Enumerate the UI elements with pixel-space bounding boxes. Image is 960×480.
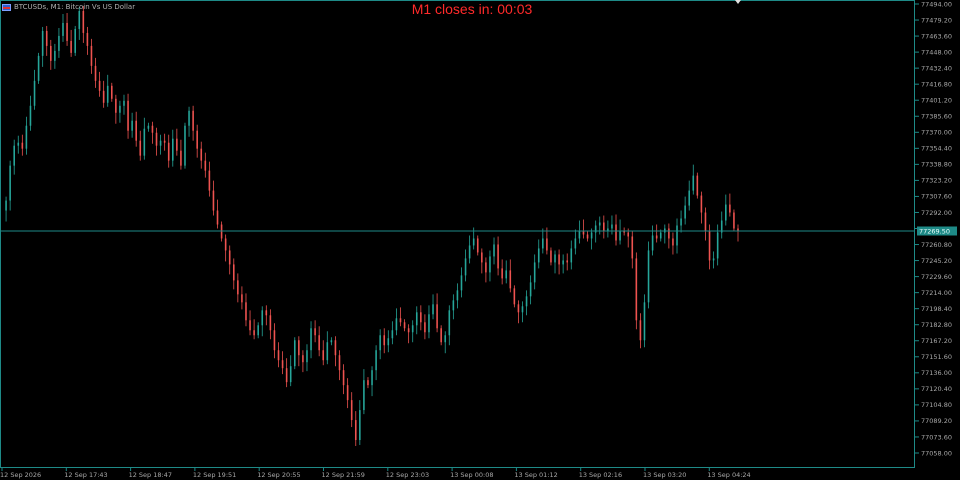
- price-axis-label: 77167.20: [921, 337, 952, 345]
- price-axis-label: 77198.40: [921, 305, 952, 313]
- candle-close-timer: M1 closes in: 00:03: [411, 1, 533, 17]
- price-axis-label: 77401.20: [921, 97, 952, 105]
- time-axis-label: 13 Sep 03:20: [643, 471, 686, 479]
- price-axis-label: 77354.40: [921, 145, 952, 153]
- price-axis-label: 77214.00: [921, 289, 952, 297]
- price-axis-label: 77073.60: [921, 433, 952, 441]
- time-axis-label: 13 Sep 02:16: [579, 471, 622, 479]
- price-axis-label: 77182.80: [921, 321, 952, 329]
- price-axis-label: 77448.00: [921, 48, 952, 56]
- time-axis-label: 13 Sep 01:12: [514, 471, 557, 479]
- price-axis-label: 77338.80: [921, 161, 952, 169]
- time-axis-label: 12 Sep 20:55: [257, 471, 300, 479]
- price-axis-label: 77463.60: [921, 32, 952, 40]
- price-axis-label: 77323.20: [921, 177, 952, 185]
- time-axis-label: 12 Sep 17:43: [64, 471, 107, 479]
- chart-shift-marker-icon[interactable]: [735, 0, 741, 4]
- price-axis-label: 77432.40: [921, 64, 952, 72]
- price-axis-label: 77120.40: [921, 385, 952, 393]
- time-axis-label: 12 Sep 23:03: [386, 471, 429, 479]
- time-axis-label: 13 Sep 04:24: [707, 471, 750, 479]
- price-axis-label: 77307.60: [921, 193, 952, 201]
- time-axis-label: 13 Sep 00:08: [450, 471, 493, 479]
- price-axis-label: 77479.20: [921, 16, 952, 24]
- price-axis-label: 77370.00: [921, 129, 952, 137]
- time-axis[interactable]: 12 Sep 2026 12 Sep 17:43 12 Sep 18:47 12 Se…: [0, 467, 751, 479]
- price-axis-label: 77151.60: [921, 353, 952, 361]
- trading-chart-window[interactable]: 77494.00 77479.20 77463.60 77448.00 77432.40…: [0, 0, 960, 480]
- price-chart-canvas[interactable]: 77494.0077479.2077463.6077448.0077432.40…: [0, 0, 960, 480]
- price-axis-label: 77136.00: [921, 369, 952, 377]
- time-axis-label: 12 Sep 2026: [0, 471, 41, 479]
- price-axis-label: 77058.00: [921, 449, 952, 457]
- price-axis-label: 77245.20: [921, 257, 952, 265]
- candlestick-series: [5, 5, 739, 447]
- time-axis-label: 12 Sep 21:59: [322, 471, 365, 479]
- current-price-tag: 77269.50: [917, 226, 957, 236]
- time-axis-label: 12 Sep 19:51: [193, 471, 236, 479]
- current-price-label: 77269.50: [919, 227, 950, 235]
- price-axis-label: 77385.60: [921, 113, 952, 121]
- price-axis-label: 77104.80: [921, 401, 952, 409]
- price-axis-label: 77416.80: [921, 80, 952, 88]
- chart-frame: [0, 0, 915, 468]
- time-axis-label: 12 Sep 18:47: [129, 471, 172, 479]
- price-axis-label: 77260.80: [921, 241, 952, 249]
- price-axis-label: 77229.60: [921, 273, 952, 281]
- price-axis-label: 77089.20: [921, 417, 952, 425]
- price-axis-label: 77292.00: [921, 209, 952, 217]
